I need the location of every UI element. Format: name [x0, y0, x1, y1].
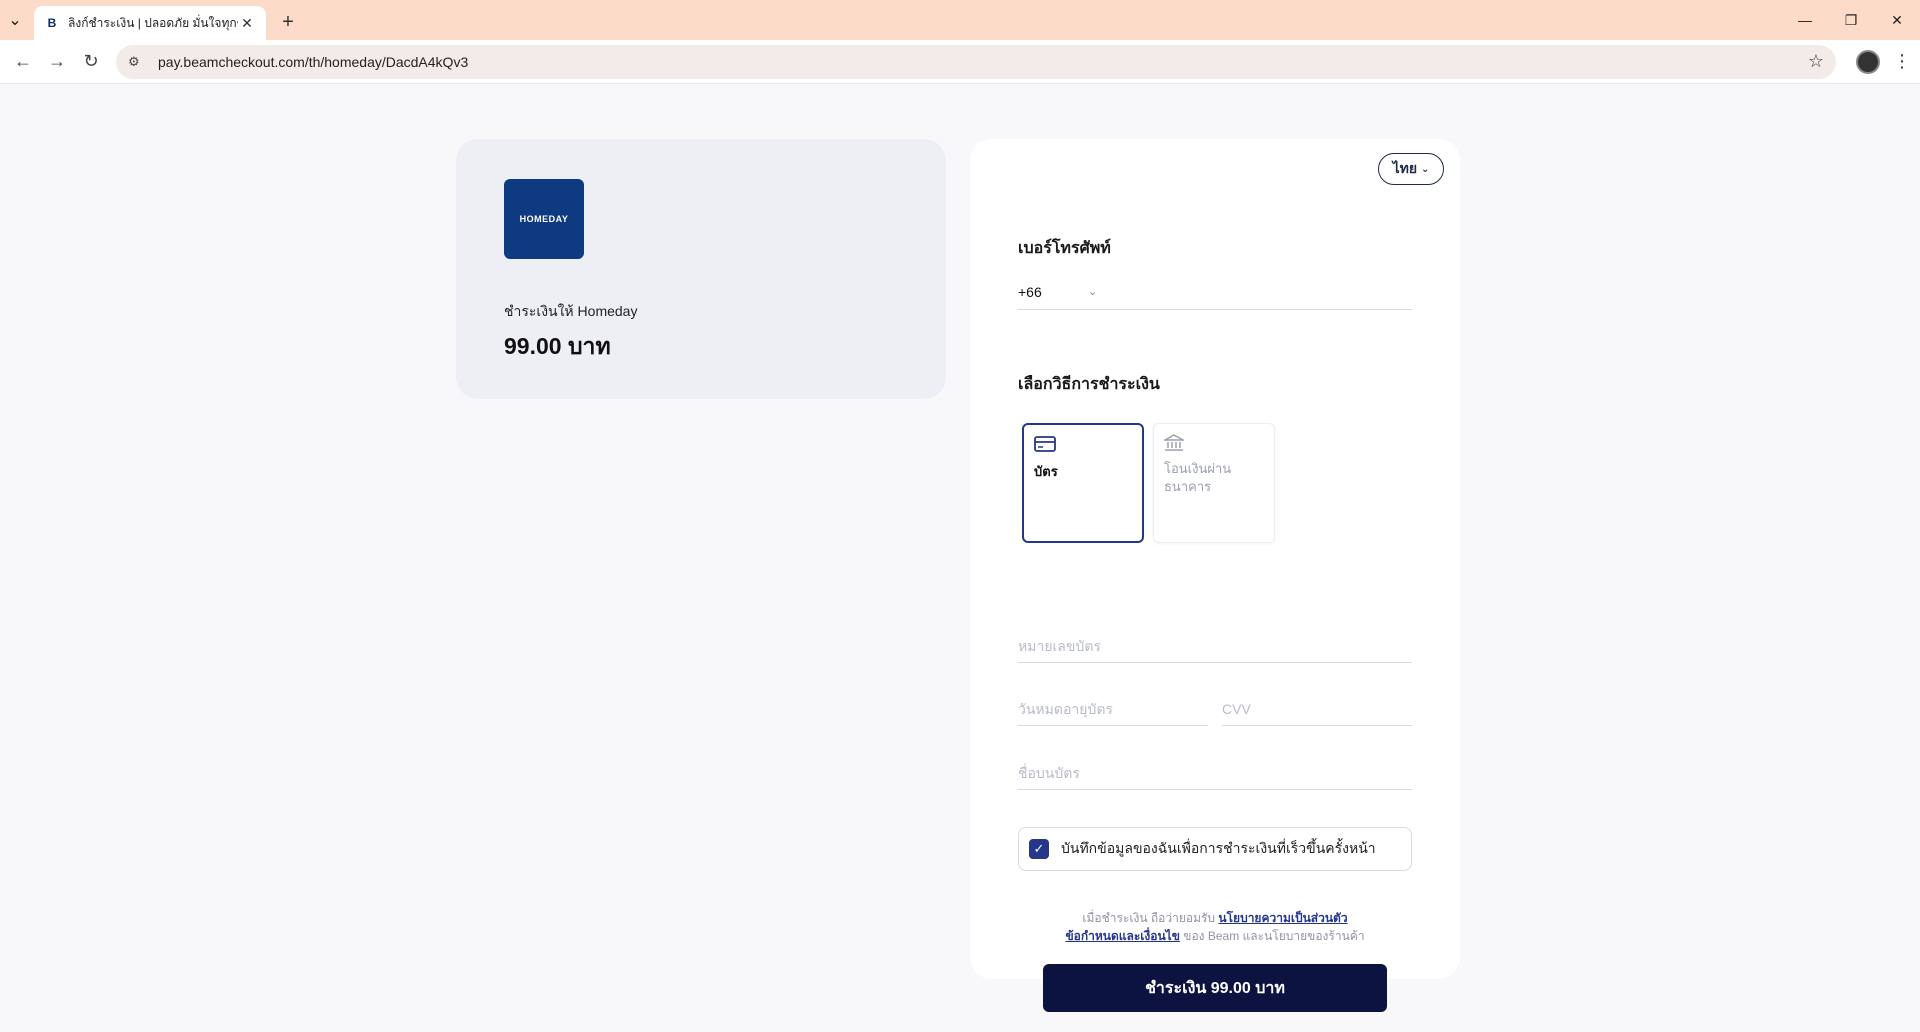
bank-icon: [1162, 434, 1264, 456]
browser-toolbar: ← → ↻ ⚙ pay.beamcheckout.com/th/homeday/…: [0, 40, 1920, 84]
save-info-option[interactable]: ✓ บันทึกข้อมูลของฉันเพื่อการชำระเงินที่เ…: [1018, 827, 1412, 871]
language-selector[interactable]: ไทย ⌄: [1378, 153, 1444, 185]
chevron-down-icon: ⌄: [1421, 163, 1430, 175]
save-info-checkbox[interactable]: ✓: [1029, 839, 1049, 859]
expiry-field: [1018, 692, 1208, 726]
privacy-policy-link[interactable]: นโยบายความเป็นส่วนตัว: [1218, 911, 1347, 925]
order-summary-card: HOMEDAY ชำระเงินให้ Homeday 99.00 บาท: [456, 139, 946, 399]
card-number-input[interactable]: [1018, 629, 1412, 662]
expiry-input[interactable]: [1018, 692, 1208, 725]
check-icon: ✓: [1033, 841, 1045, 856]
terms-suffix: ของ Beam และนโยบายของร้านค้า: [1183, 929, 1365, 943]
card-number-field: [1018, 629, 1412, 663]
terms-prefix: เมื่อชำระเงิน ถือว่ายอมรับ: [1082, 911, 1216, 925]
payment-form-card: ไทย ⌄ เบอร์โทรศัพท์ +66 ⌄ เลือกวิธีการชำ…: [970, 139, 1460, 1012]
url-text: pay.beamcheckout.com/th/homeday/DacdA4kQ…: [158, 53, 469, 70]
tab-search-button[interactable]: ⌄: [0, 0, 30, 40]
payment-method-card-label: บัตร: [1034, 464, 1058, 479]
cvv-field: [1222, 692, 1412, 726]
address-bar[interactable]: ⚙ pay.beamcheckout.com/th/homeday/DacdA4…: [116, 44, 1836, 79]
payment-method-card[interactable]: บัตร: [1022, 423, 1144, 543]
close-icon: ✕: [1891, 11, 1903, 28]
chevron-down-icon[interactable]: ⌄: [1088, 285, 1118, 298]
cvv-input[interactable]: [1222, 692, 1412, 725]
pay-to-label: ชำระเงินให้ Homeday: [504, 303, 638, 319]
reload-icon: ↻: [83, 51, 99, 71]
card-name-input[interactable]: [1018, 756, 1412, 789]
country-code-select[interactable]: +66: [1018, 284, 1088, 300]
phone-label: เบอร์โทรศัพท์: [1018, 240, 1111, 257]
arrow-right-icon: →: [48, 51, 66, 71]
checkout-page: HOMEDAY ชำระเงินให้ Homeday 99.00 บาท ไท…: [0, 84, 1920, 1032]
window-controls: — ❐ ✕: [1782, 0, 1920, 40]
merchant-logo: HOMEDAY: [504, 179, 584, 259]
browser-tab[interactable]: B ลิงก์ชำระเงิน | ปลอดภัย มั่นใจทุกช่อง …: [34, 6, 266, 40]
payment-amount: 99.00 บาท: [504, 333, 611, 359]
credit-card-icon: [1034, 435, 1132, 457]
browser-tab-bar: ⌄ B ลิงก์ชำระเงิน | ปลอดภัย มั่นใจทุกช่อ…: [0, 0, 1920, 40]
close-window-button[interactable]: ✕: [1874, 0, 1920, 40]
arrow-left-icon: ←: [14, 51, 32, 71]
restore-icon: ❐: [1844, 11, 1858, 28]
payment-method-bank-label: โอนเงินผ่านธนาคาร: [1164, 461, 1232, 494]
new-tab-button[interactable]: +: [272, 6, 304, 38]
profile-avatar[interactable]: [1856, 49, 1880, 74]
browser-menu-icon[interactable]: ⋮: [1890, 51, 1914, 72]
payment-method-label: เลือกวิธีการชำระเงิน: [1018, 376, 1160, 393]
tab-title: ลิงก์ชำระเงิน | ปลอดภัย มั่นใจทุกช่อง: [68, 15, 238, 30]
phone-input[interactable]: [1118, 283, 1412, 300]
bookmark-star-icon[interactable]: ☆: [1808, 51, 1824, 72]
plus-icon: +: [282, 10, 294, 33]
card-name-field: [1018, 756, 1412, 790]
reload-button[interactable]: ↻: [74, 45, 108, 79]
pay-button[interactable]: ชำระเงิน 99.00 บาท: [1043, 964, 1387, 1012]
terms-notice: เมื่อชำระเงิน ถือว่ายอมรับ นโยบายความเป็…: [1018, 909, 1412, 945]
restore-button[interactable]: ❐: [1828, 0, 1874, 40]
terms-conditions-link[interactable]: ข้อกำหนดและเงื่อนไข: [1065, 929, 1179, 943]
close-tab-icon[interactable]: ✕: [238, 14, 256, 32]
site-settings-icon[interactable]: ⚙: [128, 54, 150, 70]
chevron-down-icon: ⌄: [8, 12, 22, 29]
payment-method-bank-transfer[interactable]: โอนเงินผ่านธนาคาร: [1153, 423, 1275, 543]
back-button[interactable]: ←: [6, 45, 40, 79]
minimize-button[interactable]: —: [1782, 0, 1828, 40]
beam-favicon-icon: B: [47, 16, 57, 30]
save-info-label: บันทึกข้อมูลของฉันเพื่อการชำระเงินที่เร็…: [1061, 840, 1376, 856]
forward-button[interactable]: →: [40, 45, 74, 79]
language-label: ไทย: [1392, 160, 1418, 176]
phone-field: +66 ⌄: [1018, 274, 1412, 310]
minimize-icon: —: [1798, 12, 1812, 28]
